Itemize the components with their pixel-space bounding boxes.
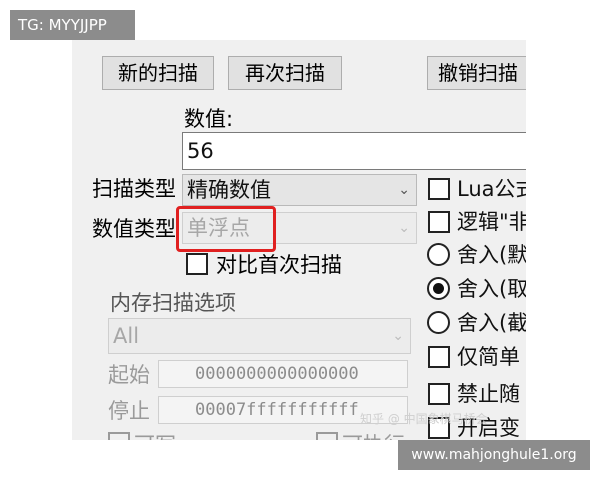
writable-checkbox[interactable] bbox=[108, 432, 130, 440]
next-scan-button[interactable]: 再次扫描 bbox=[228, 56, 342, 90]
compare-first-checkbox[interactable] bbox=[186, 253, 208, 275]
stop-label: 停止 bbox=[108, 399, 150, 423]
executable-label: 可执行 bbox=[342, 432, 405, 440]
scan-type-select[interactable]: 精确数值 ⌄ bbox=[182, 174, 417, 206]
logic-not-label: 逻辑"非 bbox=[457, 210, 526, 234]
start-label: 起始 bbox=[108, 363, 150, 387]
executable-checkbox[interactable] bbox=[316, 432, 338, 440]
bottom-tag: www.mahjonghule1.org bbox=[398, 440, 590, 470]
highlight-box bbox=[176, 206, 276, 252]
logic-not-checkbox[interactable] bbox=[428, 211, 450, 233]
round-extreme-label: 舍入(取 bbox=[457, 277, 526, 301]
no-random-checkbox[interactable] bbox=[428, 383, 450, 405]
value-input[interactable]: 56 bbox=[182, 132, 526, 170]
undo-scan-button[interactable]: 撤销扫描 bbox=[427, 56, 526, 90]
round-default-radio[interactable] bbox=[427, 243, 450, 266]
round-extreme-radio[interactable] bbox=[427, 277, 450, 300]
start-address-input[interactable]: 0000000000000000 bbox=[158, 360, 408, 388]
value-input-text: 56 bbox=[187, 139, 214, 163]
watermark-text: 知乎 @ 中国象棋马桥会 bbox=[360, 412, 488, 426]
simple-only-checkbox[interactable] bbox=[428, 346, 450, 368]
compare-first-label: 对比首次扫描 bbox=[216, 253, 342, 277]
memory-region-value: All bbox=[113, 324, 140, 348]
lua-formula-checkbox[interactable] bbox=[428, 178, 450, 200]
scan-type-value: 精确数值 bbox=[187, 178, 271, 202]
simple-only-label: 仅简单 bbox=[457, 345, 520, 369]
lua-formula-label: Lua公式 bbox=[457, 177, 526, 201]
memory-options-title: 内存扫描选项 bbox=[110, 291, 236, 315]
round-truncate-label: 舍入(截 bbox=[457, 311, 526, 335]
round-truncate-radio[interactable] bbox=[427, 311, 450, 334]
scan-panel: 新的扫描 再次扫描 撤销扫描 数值: 56 扫描类型 精确数值 ⌄ 数值类型 单… bbox=[72, 40, 526, 440]
new-scan-button[interactable]: 新的扫描 bbox=[102, 56, 214, 90]
chevron-down-icon: ⌄ bbox=[398, 182, 410, 198]
chevron-down-icon: ⌄ bbox=[398, 220, 410, 236]
writable-label: 可写 bbox=[134, 432, 176, 440]
no-random-label: 禁止随 bbox=[457, 382, 520, 406]
top-tag: TG: MYYJJPP bbox=[10, 10, 135, 40]
radio-selected-dot bbox=[433, 283, 444, 294]
memory-region-select[interactable]: All ⌄ bbox=[108, 318, 411, 354]
scan-type-label: 扫描类型 bbox=[92, 177, 176, 201]
value-label: 数值: bbox=[184, 107, 234, 131]
value-type-label: 数值类型 bbox=[92, 217, 176, 241]
chevron-down-icon: ⌄ bbox=[392, 328, 404, 344]
round-default-label: 舍入(默 bbox=[457, 243, 526, 267]
